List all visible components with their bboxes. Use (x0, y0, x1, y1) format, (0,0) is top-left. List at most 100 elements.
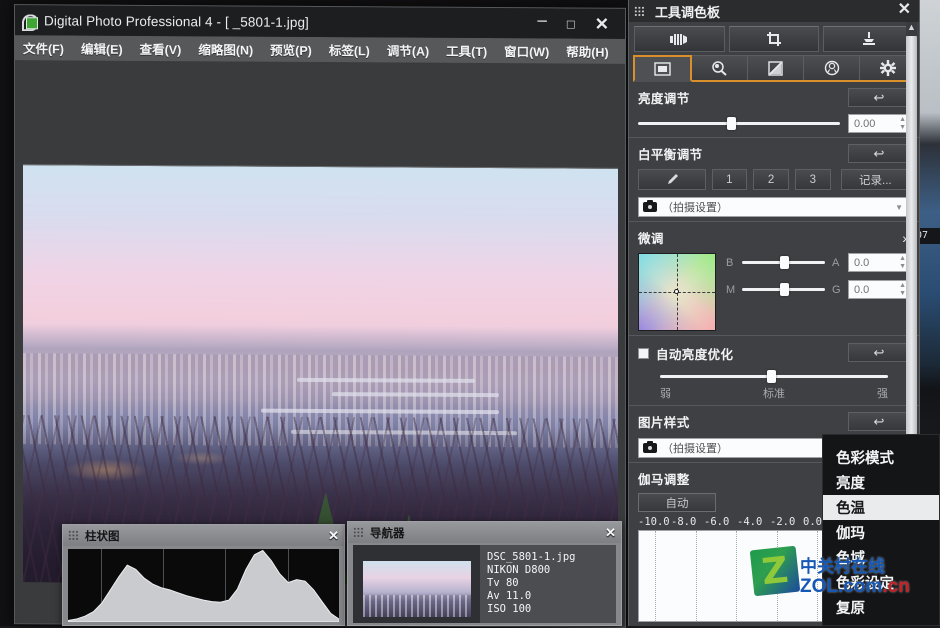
white-balance-preset-1[interactable]: 1 (712, 169, 748, 190)
navigator-title-bar[interactable]: 导航器 ✕ (348, 522, 621, 543)
drag-grip-icon[interactable] (353, 527, 364, 538)
tab-tone-curve[interactable] (747, 55, 804, 82)
maximize-button[interactable]: □ (567, 17, 575, 30)
white-balance-preset-3[interactable]: 3 (795, 169, 831, 190)
chevron-down-icon[interactable]: ▼ (895, 203, 903, 212)
navigator-close-icon[interactable]: ✕ (605, 525, 616, 541)
ctx-color-mode[interactable]: 色彩模式 (823, 445, 939, 470)
menu-file[interactable]: 文件(F) (23, 38, 64, 57)
navigator-window: 导航器 ✕ DSC_5801-1.jpg NIKON D800 Tv 80 Av… (347, 521, 622, 626)
label-g: G (832, 284, 841, 296)
navigator-thumbnail-box[interactable] (353, 545, 480, 623)
fine-tune-controls: B A 0.0 ▲▼ M (638, 253, 910, 331)
ctx-color-temperature[interactable]: 色温 (823, 495, 939, 520)
white-balance-eyedropper-button[interactable] (638, 169, 706, 190)
mg-slider-row: M G 0.0 ▲▼ (726, 280, 910, 299)
fine-tune-title: 微调 (638, 228, 664, 247)
white-balance-combo[interactable]: （拍摄设置） ▼ (638, 197, 910, 217)
white-balance-button-row: 1 2 3 记录... (638, 169, 910, 190)
menu-edit[interactable]: 编辑(E) (81, 39, 123, 58)
gamma-tick-1: -8.0 (671, 516, 704, 528)
fine-tune-sliders: B A 0.0 ▲▼ M (726, 253, 910, 331)
auto-lighting-checkbox[interactable] (638, 348, 649, 359)
palette-title-bar[interactable]: 工具调色板 ✕ (629, 0, 919, 22)
zol-watermark-url: ZOL.com.cn (800, 576, 940, 598)
picture-style-combo-value: （拍摄设置） (662, 440, 728, 456)
brightness-slider[interactable] (638, 117, 840, 130)
camera-icon (643, 443, 657, 453)
stamp-icon (861, 31, 877, 47)
white-balance-reset-button[interactable]: ↩ (848, 144, 910, 163)
histogram-close-icon[interactable]: ✕ (328, 528, 339, 544)
auto-lighting-check-row[interactable]: 自动亮度优化 (638, 344, 733, 363)
palette-close-icon[interactable]: ✕ (898, 0, 911, 19)
slider-knob[interactable] (767, 370, 776, 383)
auto-lighting-slider[interactable] (660, 370, 888, 383)
menu-help[interactable]: 帮助(H) (566, 42, 608, 61)
brightness-reset-button[interactable]: ↩ (848, 88, 910, 107)
mg-value-field[interactable]: 0.0 ▲▼ (848, 280, 910, 299)
drag-grip-icon[interactable] (68, 530, 79, 541)
context-menu-top-spacer (823, 435, 939, 445)
camera-icon (643, 202, 657, 212)
white-balance-section: 白平衡调节 ↩ 1 2 3 记录... （拍摄设置） ▼ (629, 138, 919, 222)
ctx-gamma[interactable]: 伽玛 (823, 520, 939, 545)
ba-slider[interactable] (742, 256, 825, 269)
lens-correction-tool-button[interactable] (634, 26, 725, 52)
tab-detail-adjustment[interactable] (691, 55, 748, 82)
white-balance-record-button[interactable]: 记录... (841, 169, 910, 190)
navigator-title: 导航器 (370, 525, 405, 541)
menu-view[interactable]: 查看(V) (140, 39, 182, 58)
histogram-title: 柱状图 (85, 528, 120, 544)
auto-lighting-scale: 弱 标准 强 (638, 385, 910, 401)
ctx-brightness[interactable]: 亮度 (823, 470, 939, 495)
menu-label[interactable]: 标签(L) (329, 40, 370, 59)
window-controls: – □ ✕ (537, 15, 619, 32)
histogram-window: 柱状图 ✕ (62, 524, 345, 626)
crop-icon (766, 31, 782, 47)
ba-value-field[interactable]: 0.0 ▲▼ (848, 253, 910, 272)
white-balance-combo-value: （拍摄设置） (662, 199, 728, 215)
scroll-up-arrow-icon[interactable]: ▲ (907, 22, 916, 32)
menu-tools[interactable]: 工具(T) (446, 41, 487, 60)
slider-knob[interactable] (780, 283, 789, 296)
spinner-icon[interactable]: ▲▼ (899, 282, 906, 298)
white-balance-preset-2[interactable]: 2 (753, 169, 789, 190)
stamp-tool-button[interactable] (823, 26, 914, 52)
fine-tune-header: 微调 » (638, 228, 910, 247)
minimize-button[interactable]: – (537, 11, 546, 28)
exif-shutter: Tv 80 (487, 577, 616, 590)
menu-window[interactable]: 窗口(W) (504, 41, 549, 60)
brightness-value-field[interactable]: 0.00 ▲▼ (848, 114, 910, 133)
zol-url-mid: com (843, 576, 882, 597)
mg-slider[interactable] (742, 283, 825, 296)
crop-tool-button[interactable] (729, 26, 820, 52)
auto-lighting-reset-button[interactable]: ↩ (848, 343, 910, 362)
close-button[interactable]: ✕ (595, 15, 609, 32)
histogram-title-bar[interactable]: 柱状图 ✕ (63, 525, 344, 546)
ctx-restore[interactable]: 复原 (823, 595, 939, 620)
spinner-icon[interactable]: ▲▼ (899, 116, 906, 132)
auto-lighting-header: 自动亮度优化 ↩ (638, 342, 910, 363)
picture-style-reset-button[interactable]: ↩ (848, 412, 910, 431)
wheel-marker[interactable] (674, 289, 679, 294)
mg-value: 0.0 (854, 284, 869, 296)
slider-knob[interactable] (780, 256, 789, 269)
alo-scale-low: 弱 (660, 385, 671, 401)
menu-preview[interactable]: 预览(P) (270, 40, 312, 59)
spinner-icon[interactable]: ▲▼ (899, 255, 906, 271)
histogram-curve (68, 549, 339, 622)
slider-knob[interactable] (727, 117, 736, 130)
tab-color-adjustment[interactable] (803, 55, 860, 82)
tab-basic-adjustment[interactable] (633, 55, 692, 82)
menu-adjust[interactable]: 调节(A) (387, 40, 429, 59)
menu-thumbnail[interactable]: 缩略图(N) (198, 39, 253, 58)
auto-lighting-section: 自动亮度优化 ↩ 弱 标准 强 (629, 336, 919, 406)
label-m: M (726, 284, 735, 296)
reset-arrow-icon: ↩ (874, 90, 885, 106)
drag-grip-icon[interactable] (634, 6, 645, 17)
gamma-auto-button[interactable]: 自动 (638, 493, 716, 512)
color-balance-wheel[interactable] (638, 253, 716, 331)
ba-value: 0.0 (854, 257, 869, 269)
gamma-tick-0: -10.0 (638, 516, 671, 528)
